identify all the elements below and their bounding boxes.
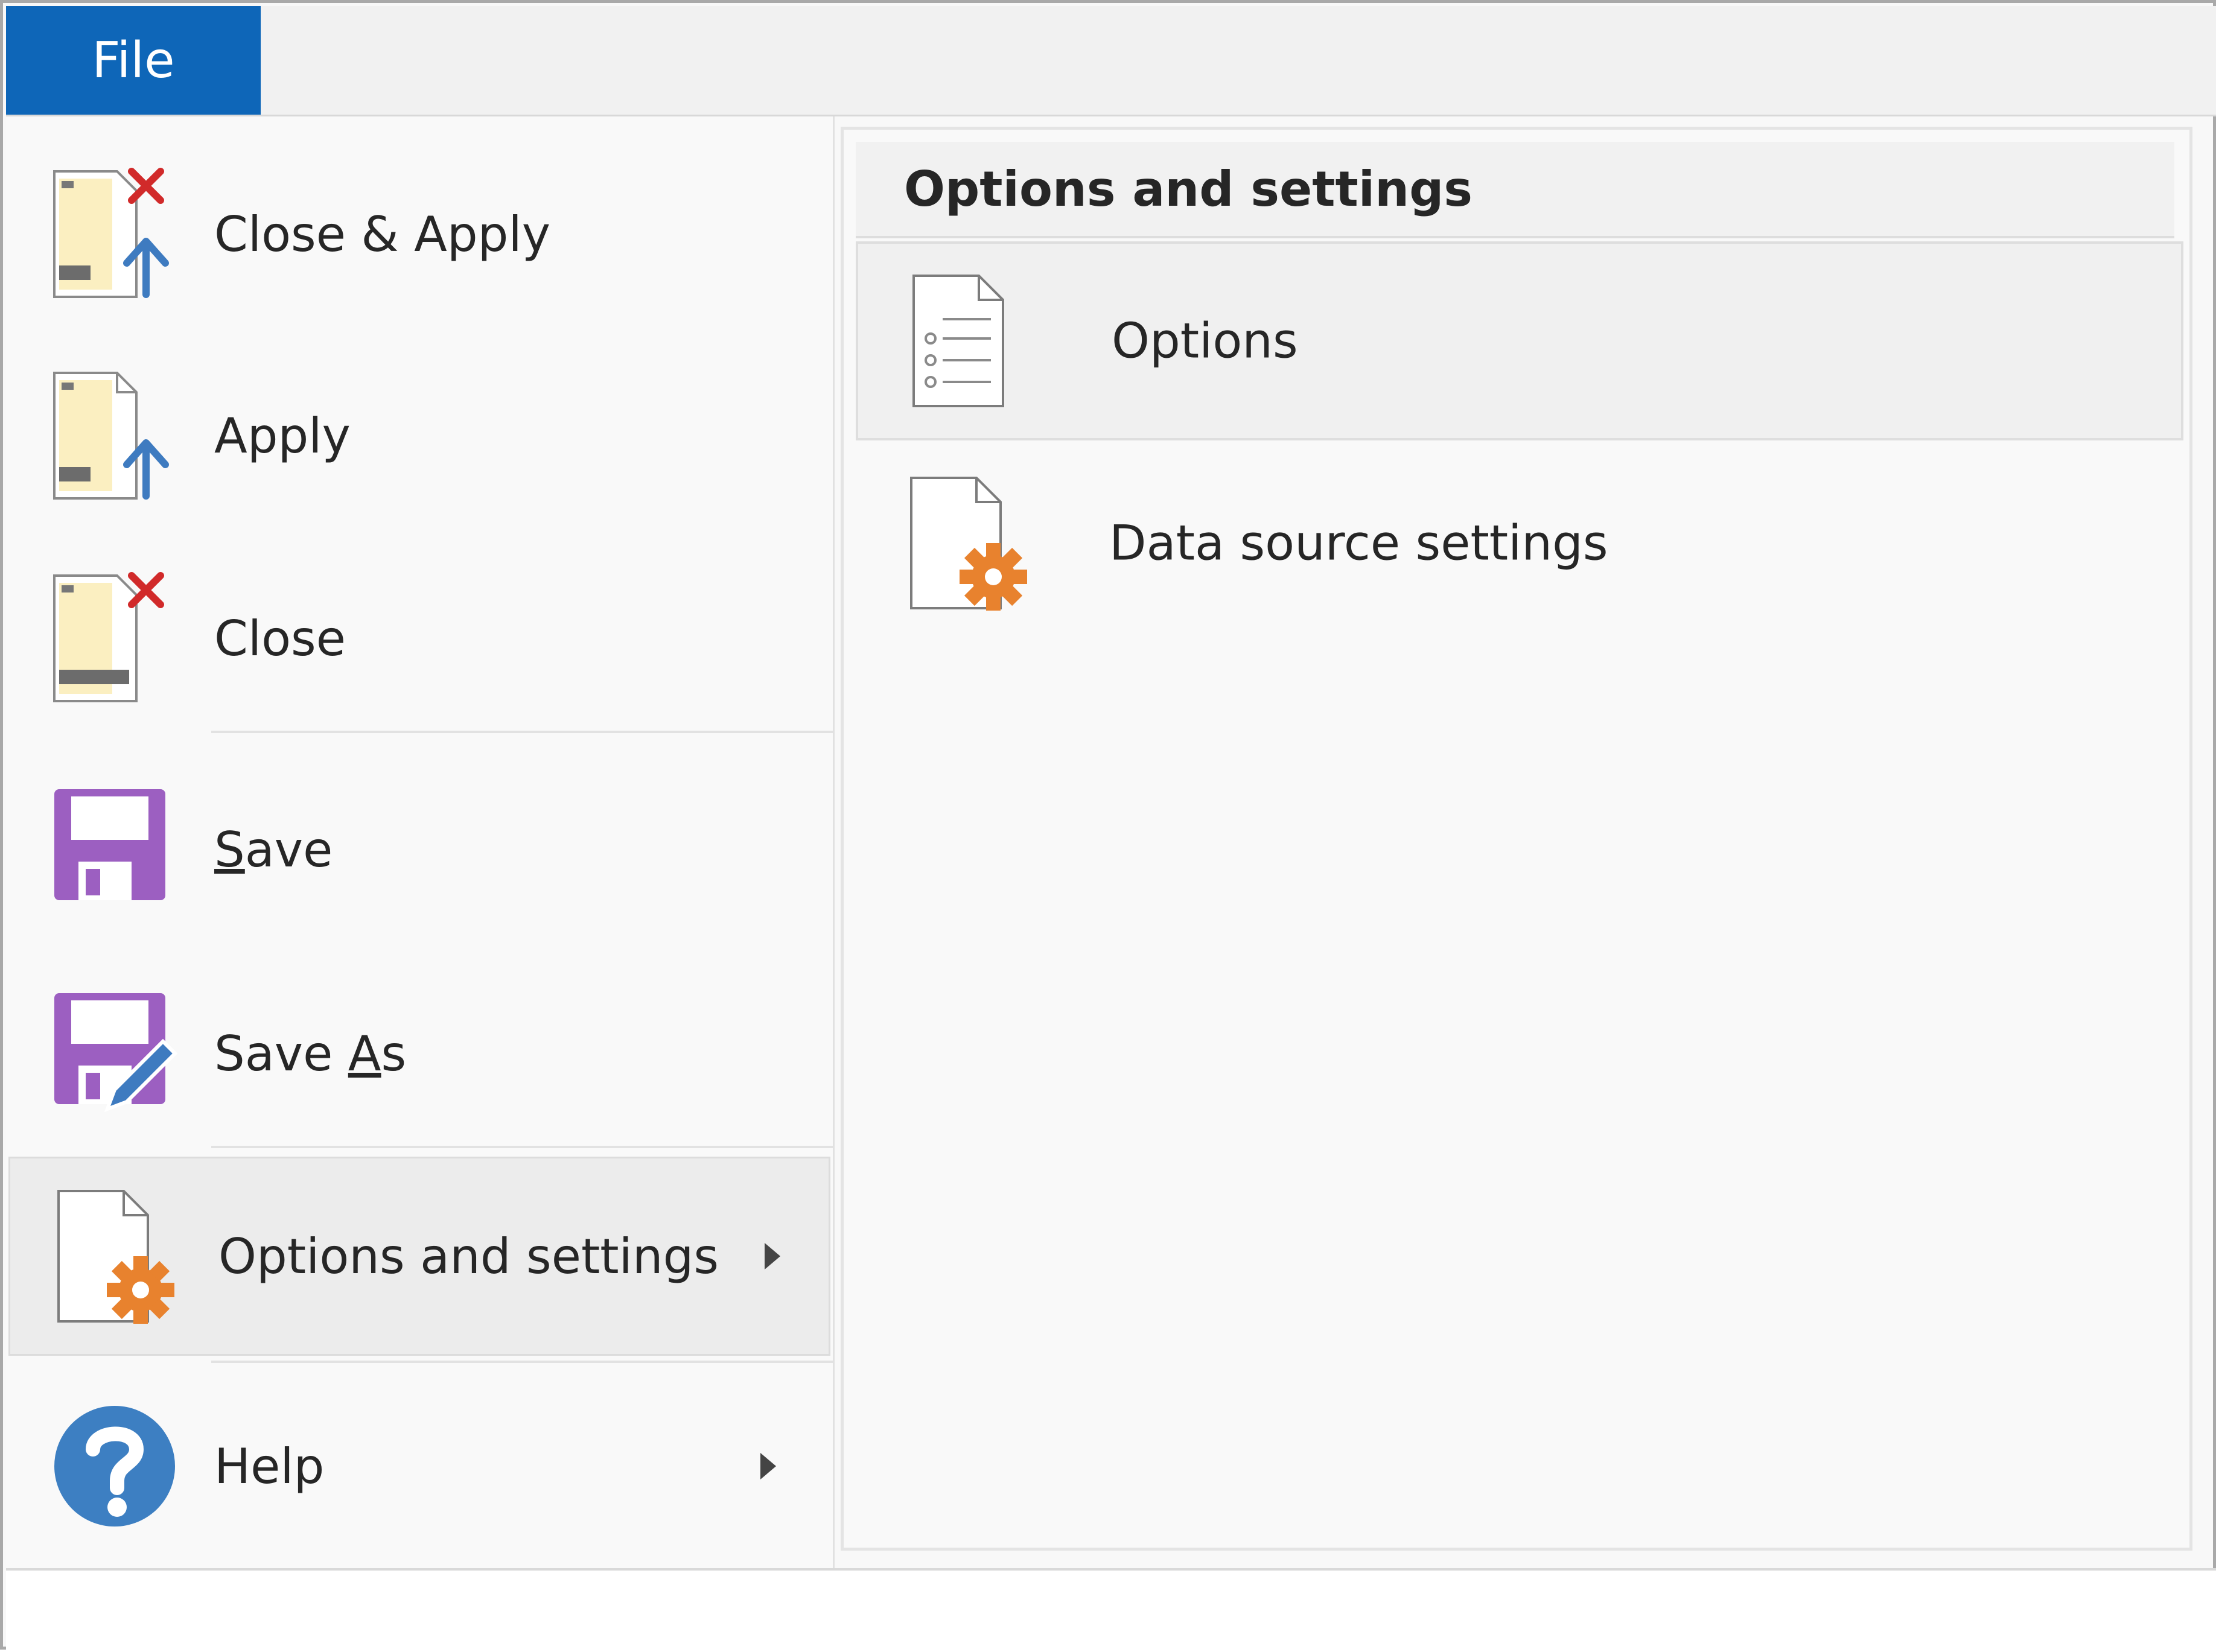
save-as-icon	[54, 993, 178, 1113]
file-tab[interactable]: File	[6, 6, 261, 115]
help-icon	[54, 1406, 175, 1527]
save-icon	[54, 789, 165, 900]
file-menu-left-pane: Close & Apply Apply Close Save Save As O…	[6, 116, 835, 1568]
apply-menu-item[interactable]: Apply	[6, 336, 833, 535]
options-list-icon	[912, 275, 1004, 407]
options-and-settings-menu-item[interactable]: Options and settings	[8, 1157, 830, 1356]
document-gear-icon	[57, 1190, 174, 1324]
close-menu-item[interactable]: Close	[6, 539, 833, 738]
status-bar	[6, 1568, 2216, 1652]
save-menu-item[interactable]: Save	[6, 750, 833, 949]
save-as-menu-item[interactable]: Save As	[6, 954, 833, 1153]
save-as-label: Save As	[214, 1025, 407, 1082]
close-apply-label: Close & Apply	[214, 206, 551, 262]
menu-separator	[211, 731, 833, 733]
options-submenu-panel: Options and settings Options Data source…	[841, 127, 2192, 1551]
close-apply-menu-item[interactable]: Close & Apply	[6, 135, 833, 334]
menu-separator	[211, 1146, 833, 1148]
close-label: Close	[214, 610, 346, 667]
apply-icon	[53, 372, 169, 500]
options-label: Options	[1112, 313, 1298, 369]
data-source-settings-label: Data source settings	[1109, 515, 1608, 571]
save-as-access-key: A	[348, 1025, 381, 1082]
submenu-header: Options and settings	[856, 142, 2174, 238]
file-menu-window: File Close & Apply Apply Close Save Save…	[0, 0, 2216, 1652]
menu-separator	[211, 1361, 833, 1363]
submenu-arrow-icon	[760, 1453, 776, 1479]
help-menu-item[interactable]: Help	[6, 1367, 833, 1566]
close-icon	[53, 572, 164, 702]
options-and-settings-label: Options and settings	[218, 1228, 719, 1285]
document-gear-icon	[910, 477, 1027, 611]
apply-label: Apply	[214, 407, 351, 464]
data-source-settings-submenu-item[interactable]: Data source settings	[856, 443, 2183, 643]
close-apply-icon	[53, 168, 169, 298]
help-label: Help	[214, 1438, 325, 1495]
submenu-arrow-icon	[765, 1243, 780, 1269]
save-access-key: S	[214, 821, 245, 878]
ribbon-tab-bar: File	[6, 6, 2216, 116]
save-label: Save	[214, 821, 333, 878]
options-submenu-item[interactable]: Options	[856, 241, 2183, 440]
